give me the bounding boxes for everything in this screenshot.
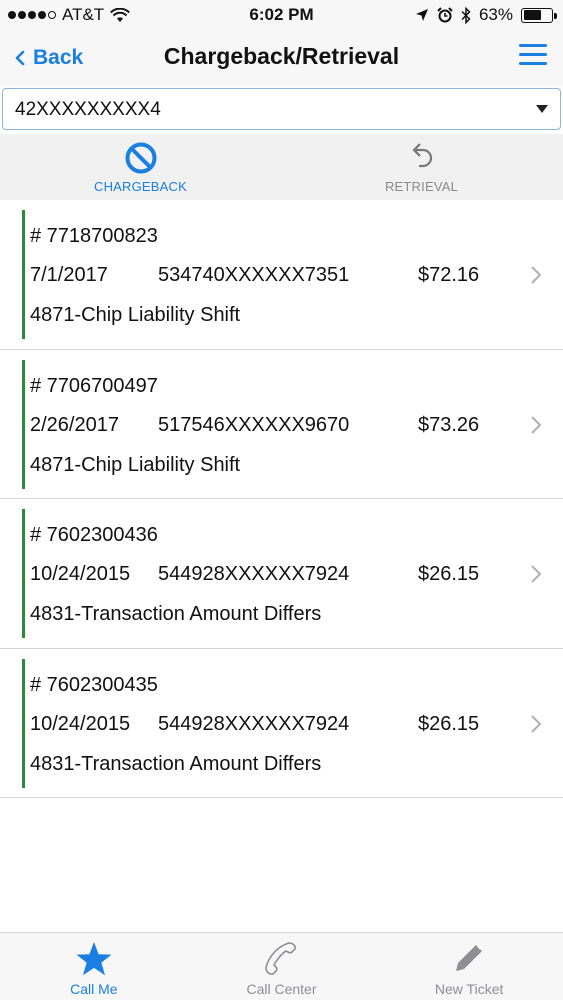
- case-number: # 7718700823: [30, 225, 158, 247]
- page-title: Chargeback/Retrieval: [163, 43, 400, 69]
- tab-chargeback-label: CHARGEBACK: [93, 179, 188, 194]
- status-indicators: 63%: [415, 5, 557, 25]
- case-date: 10/24/2015: [30, 563, 131, 585]
- tab-call-center-label: Call Center: [246, 981, 317, 997]
- case-number: # 7602300436: [30, 524, 158, 546]
- status-bar: AT&T 6:02 PM 63%: [0, 0, 563, 30]
- phone-handset-icon: [265, 942, 297, 975]
- back-button[interactable]: Back: [14, 46, 83, 70]
- no-symbol-icon: [125, 142, 156, 174]
- location-arrow-icon: [415, 9, 428, 21]
- tab-call-me[interactable]: Call Me: [0, 933, 188, 1000]
- undo-arrow-icon: [411, 143, 432, 168]
- reason-code: 4871-Chip Liability Shift: [30, 453, 241, 476]
- case-amount: $26.15: [418, 712, 480, 735]
- case-type-tabs: CHARGEBACK RETRIEVAL: [0, 134, 563, 200]
- chevron-right-icon: [531, 415, 542, 434]
- case-date: 10/24/2015: [30, 712, 131, 735]
- reason-code: 4871-Chip Liability Shift: [30, 304, 241, 326]
- battery-level: [523, 10, 541, 20]
- case-row[interactable]: # 7706700497 2/26/2017 517546XXXXXX9670 …: [0, 350, 563, 499]
- status-marker: [22, 210, 25, 339]
- tab-call-center[interactable]: Call Center: [188, 933, 376, 1000]
- alarm-clock-icon: [437, 7, 453, 23]
- card-number: 517546XXXXXX9670: [158, 413, 350, 436]
- case-row[interactable]: # 7718700823 7/1/2017 534740XXXXXX7351 $…: [0, 200, 563, 350]
- card-number: 544928XXXXXX7924: [158, 563, 350, 585]
- back-label: Back: [33, 46, 84, 69]
- status-marker: [22, 658, 25, 788]
- case-number: # 7706700497: [30, 374, 158, 397]
- tab-retrieval-label: RETRIEVAL: [384, 179, 459, 194]
- case-row[interactable]: # 7602300435 10/24/2015 544928XXXXXX7924…: [0, 649, 563, 798]
- card-number: 544928XXXXXX7924: [158, 712, 350, 735]
- case-row[interactable]: # 7602300436 10/24/2015 544928XXXXXX7924…: [0, 499, 563, 649]
- reason-code: 4831-Transaction Amount Differs: [30, 752, 322, 775]
- navigation-bar: Back Chargeback/Retrieval: [0, 30, 563, 86]
- tab-retrieval[interactable]: RETRIEVAL: [281, 134, 562, 200]
- case-date: 7/1/2017: [30, 264, 108, 286]
- caret-down-icon: [536, 105, 548, 113]
- tab-new-ticket-label: New Ticket: [434, 981, 504, 997]
- bottom-tab-bar: Call Me Call Center New Ticket: [0, 932, 563, 1000]
- bluetooth-icon: [461, 6, 471, 24]
- reason-code: 4831-Transaction Amount Differs: [30, 603, 322, 625]
- battery-icon: [521, 7, 557, 23]
- case-amount: $26.15: [418, 563, 480, 585]
- chevron-right-icon: [531, 266, 542, 284]
- account-select[interactable]: 42XXXXXXXXX4: [2, 88, 561, 130]
- account-select-value: 42XXXXXXXXX4: [15, 99, 161, 120]
- status-marker: [22, 359, 25, 489]
- battery-percent: 63%: [478, 5, 513, 24]
- tab-call-me-label: Call Me: [70, 981, 118, 997]
- chevron-right-icon: [531, 565, 542, 583]
- case-number: # 7602300435: [30, 673, 158, 696]
- status-marker: [22, 509, 25, 638]
- star-icon: [76, 942, 112, 976]
- case-amount: $72.16: [418, 264, 480, 286]
- case-list: # 7718700823 7/1/2017 534740XXXXXX7351 $…: [0, 200, 563, 798]
- case-amount: $73.26: [418, 413, 480, 436]
- tab-chargeback[interactable]: CHARGEBACK: [0, 134, 281, 200]
- chevron-right-icon: [531, 714, 542, 733]
- tab-new-ticket[interactable]: New Ticket: [375, 933, 563, 1000]
- case-date: 2/26/2017: [30, 413, 119, 436]
- pencil-icon: [456, 945, 483, 971]
- hamburger-menu-icon[interactable]: [519, 44, 547, 66]
- card-number: 534740XXXXXX7351: [158, 264, 350, 286]
- chevron-left-icon: [15, 50, 25, 66]
